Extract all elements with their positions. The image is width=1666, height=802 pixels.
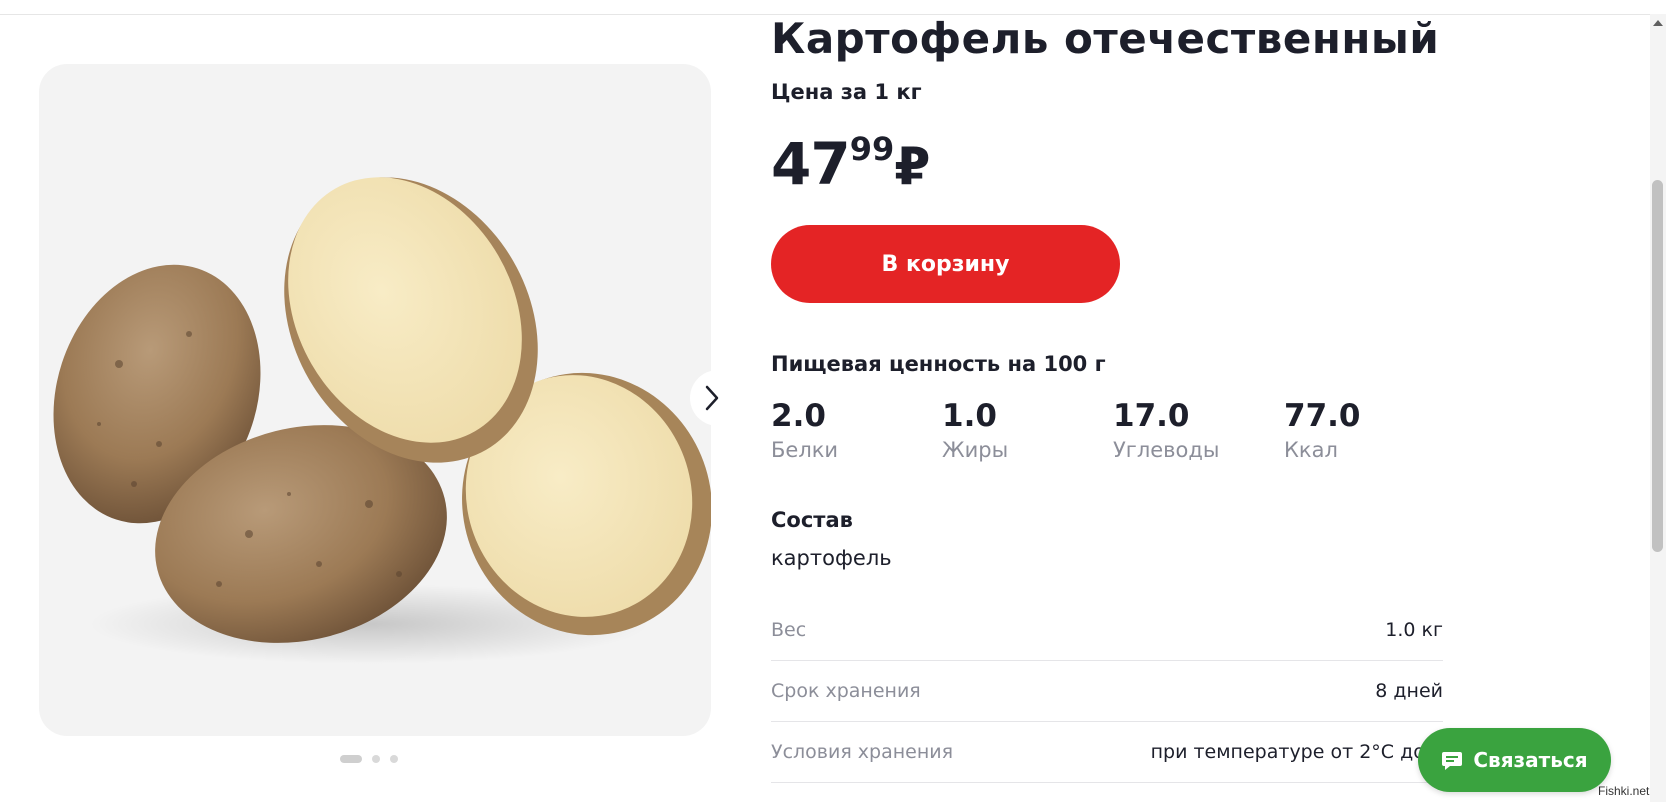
composition-text: картофель [771, 546, 892, 570]
spec-value: 1.0 кг [1385, 618, 1443, 641]
price-kopecks: 99 [849, 130, 895, 168]
nutrition-item-fat: 1.0 Жиры [942, 398, 1112, 462]
product-title: Картофель отечественный [771, 14, 1440, 63]
spec-value: 8 дней [1375, 679, 1443, 702]
price-rubles: 47 [771, 130, 851, 198]
add-to-cart-button[interactable]: В корзину [771, 225, 1120, 303]
nutrition-item-carbs: 17.0 Углеводы [1113, 398, 1283, 462]
nutrition-title: Пищевая ценность на 100 г [771, 352, 1106, 376]
scroll-up-arrow-icon[interactable] [1653, 20, 1663, 26]
nutrition-value: 17.0 [1113, 398, 1190, 434]
spec-row-shelf-life: Срок хранения 8 дней [771, 660, 1443, 722]
nutrition-label: Белки [771, 438, 839, 462]
gallery-pagination [340, 755, 398, 763]
nutrition-label: Жиры [942, 438, 1009, 462]
chevron-right-icon [705, 385, 719, 411]
spec-key: Срок хранения [771, 679, 921, 702]
contact-label: Связаться [1473, 748, 1588, 772]
product-gallery[interactable] [39, 64, 711, 736]
spec-key: Условия хранения [771, 740, 954, 763]
nutrition-value: 2.0 [771, 398, 826, 434]
nutrition-value: 77.0 [1284, 398, 1361, 434]
currency-symbol: ₽ [894, 137, 931, 197]
scrollbar-thumb[interactable] [1652, 180, 1663, 552]
chat-icon [1442, 752, 1463, 770]
contact-button[interactable]: Связаться [1418, 728, 1611, 792]
composition-title: Состав [771, 508, 853, 532]
nutrition-item-protein: 2.0 Белки [771, 398, 941, 462]
nutrition-item-kcal: 77.0 Ккал [1284, 398, 1454, 462]
spec-row-weight: Вес 1.0 кг [771, 599, 1443, 661]
spec-row-storage: Условия хранения при температуре от 2°C … [771, 721, 1443, 783]
product-price: 4799₽ [771, 130, 930, 198]
nutrition-label: Ккал [1284, 438, 1338, 462]
nutrition-label: Углеводы [1113, 438, 1220, 462]
gallery-dot-2[interactable] [372, 755, 380, 763]
gallery-dot-3[interactable] [390, 755, 398, 763]
product-image [53, 177, 711, 664]
watermark: Fishki.net [1598, 784, 1650, 798]
price-label: Цена за 1 кг [771, 80, 922, 104]
nutrition-value: 1.0 [942, 398, 997, 434]
gallery-dot-1[interactable] [340, 755, 362, 763]
spec-key: Вес [771, 618, 807, 641]
spec-value: при температуре от 2°C до 8 [1150, 740, 1443, 763]
